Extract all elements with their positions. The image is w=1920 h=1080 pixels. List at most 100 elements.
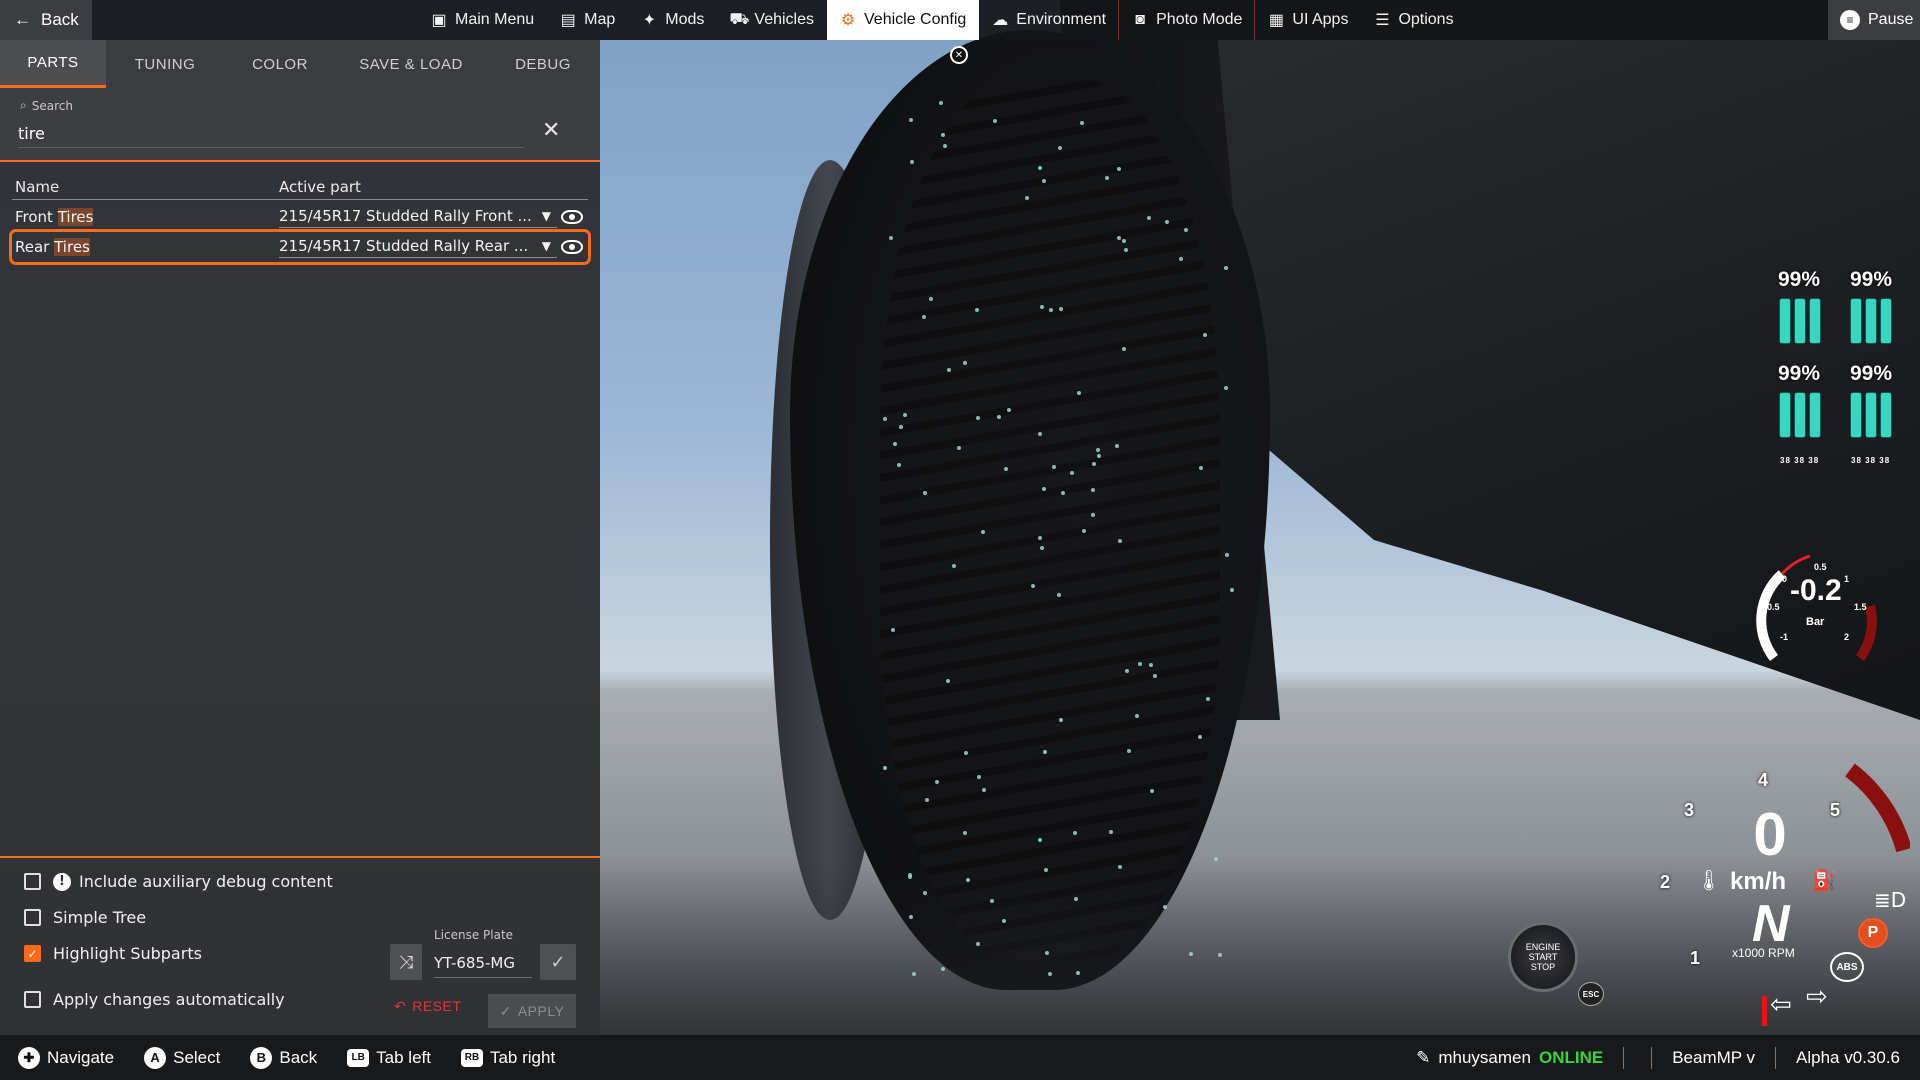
menu-mods[interactable]: ✦ Mods [628,0,717,40]
tire-bars-fl [1779,298,1821,344]
connection-icon: ✎ [1416,1047,1431,1067]
tire-stud [996,414,1001,419]
tire-stud [1097,453,1102,458]
tire-stud [921,314,926,319]
tire-stud [965,878,970,883]
apply-auto-checkbox[interactable] [24,991,41,1008]
camera-recenter-icon[interactable]: ✕ [950,46,968,64]
tab-debug[interactable]: DEBUG [486,40,600,88]
highlight-subparts-checkbox[interactable]: ✓ [24,945,41,962]
tire-tread [880,80,1220,960]
menu-main-menu[interactable]: ▣ Main Menu [418,0,547,40]
hint-tab-right[interactable]: RB Tab right [460,1048,555,1068]
tab-parts[interactable]: PARTS [0,40,106,88]
pause-button[interactable]: ≡ Pause [1828,0,1920,40]
speed-unit: km/h [1730,868,1787,895]
menu-options[interactable]: ☰ Options [1361,0,1466,40]
apply-button[interactable]: ✓ APPLY [488,994,576,1028]
tire-stud [1057,145,1062,150]
back-button[interactable]: ← Back [0,0,92,40]
reset-button[interactable]: ↶ RESET [394,992,461,1020]
aux-debug-checkbox[interactable] [24,873,41,890]
tire-stud [1104,175,1109,180]
config-tabs: PARTS TUNING COLOR SAVE & LOAD DEBUG [0,40,600,88]
tire-stud [1178,256,1183,261]
game-version: Alpha v0.30.6 [1775,1046,1920,1069]
tire-stud [1044,867,1049,872]
tire-stud [1081,528,1086,533]
tire-stud [947,367,952,372]
parking-brake-icon: P [1858,918,1888,948]
menu-ui-apps[interactable]: ▦ UI Apps [1255,0,1361,40]
tire-stud [898,424,903,429]
hint-tab-left[interactable]: LB Tab left [347,1048,431,1068]
online-badge: ONLINE [1538,1047,1604,1067]
tab-tuning[interactable]: TUNING [106,40,224,88]
turn-signal-right-icon: ⇨ [1806,982,1828,1012]
hint-select[interactable]: A Select [144,1046,220,1069]
tire-stud [890,628,895,633]
aux-debug-option[interactable]: ! Include auxiliary debug content [24,872,333,891]
rpm-mark: 4 [1758,770,1769,790]
part-select[interactable]: 215/45R17 Studded Rally Rear ... ▼ [279,237,557,258]
rpm-unit: x1000 RPM [1732,946,1795,960]
menu-photo-mode[interactable]: ◙ Photo Mode [1119,0,1256,40]
rpm-mark: 5 [1830,800,1841,820]
menu-environment[interactable]: ☁ Environment [979,0,1120,40]
tire-stud [1197,735,1202,740]
license-plate-input[interactable] [434,948,532,978]
menu-vehicles[interactable]: ⛟ Vehicles [717,0,827,40]
abs-icon: ABS [1830,952,1864,982]
tire-temps-rr: 38 38 38 [1851,456,1891,465]
confirm-plate-button[interactable]: ✓ [540,944,576,980]
top-menu-bar: ← Back ▣ Main Menu ▤ Map ✦ Mods ⛟ Vehicles ⚙… [0,0,1920,40]
clear-search-icon[interactable]: ✕ [542,118,560,143]
tire-stud [1095,447,1100,452]
boost-tick: 1 [1844,574,1850,584]
tire-stud [909,160,914,165]
tire-stud [1126,748,1131,753]
engine-start-stop-button[interactable]: ENGINE START STOP [1508,922,1578,992]
tire-stud [1117,865,1122,870]
search-input[interactable] [18,120,524,148]
tab-save-load[interactable]: SAVE & LOAD [336,40,486,88]
tire-stud [1037,837,1042,842]
hint-navigate[interactable]: ✚ Navigate [18,1046,114,1069]
check-icon: ✓ [499,1002,512,1019]
boost-tick: -1 [1780,632,1789,642]
speed-value: 0 [1753,801,1787,868]
highlight-subparts-option[interactable]: ✓ Highlight Subparts [24,944,202,963]
tire-stud [1042,750,1047,755]
tire-stud [963,751,968,756]
table-row-front-tires[interactable]: Front Tires 215/45R17 Studded Rally Fron… [12,202,588,232]
column-active-part: Active part [279,178,361,196]
hint-back[interactable]: B Back [250,1046,317,1069]
table-row-rear-tires[interactable]: Rear Tires 215/45R17 Studded Rally Rear … [9,229,591,265]
tire-stud [897,462,902,467]
shuffle-icon[interactable]: ⤨ [390,944,422,980]
eye-icon[interactable] [561,240,583,254]
eye-icon[interactable] [561,210,583,224]
menu-map[interactable]: ▤ Map [547,0,628,40]
redline-indicator [1762,996,1767,1026]
tire-stud [1039,545,1044,550]
chevron-down-icon: ▼ [541,238,551,253]
menu-vehicle-config[interactable]: ⚙ Vehicle Config [827,0,980,40]
tire-stud [925,798,930,803]
tire-stud [1052,464,1057,469]
simple-tree-option[interactable]: Simple Tree [24,908,146,927]
tire-wear-rr: 99% [1850,362,1893,385]
sliders-icon: ☰ [1375,12,1390,29]
tire-stud [912,971,917,976]
simple-tree-checkbox[interactable] [24,909,41,926]
apply-auto-option[interactable]: Apply changes automatically [24,990,285,1009]
tire-stud [1183,228,1188,233]
panel-options: ! Include auxiliary debug content Simple… [0,856,600,1031]
rpm-mark: 1 [1690,948,1701,968]
dpad-icon: ✚ [18,1046,40,1069]
tire-temps-rl: 38 38 38 [1780,456,1820,465]
tire-stud [976,941,981,946]
tab-color[interactable]: COLOR [224,40,336,88]
part-select[interactable]: 215/45R17 Studded Rally Front ... ▼ [279,207,557,228]
status-area: ✎ mhuysamen ONLINE BeamMP v Alpha v0.30.… [1396,1035,1920,1080]
